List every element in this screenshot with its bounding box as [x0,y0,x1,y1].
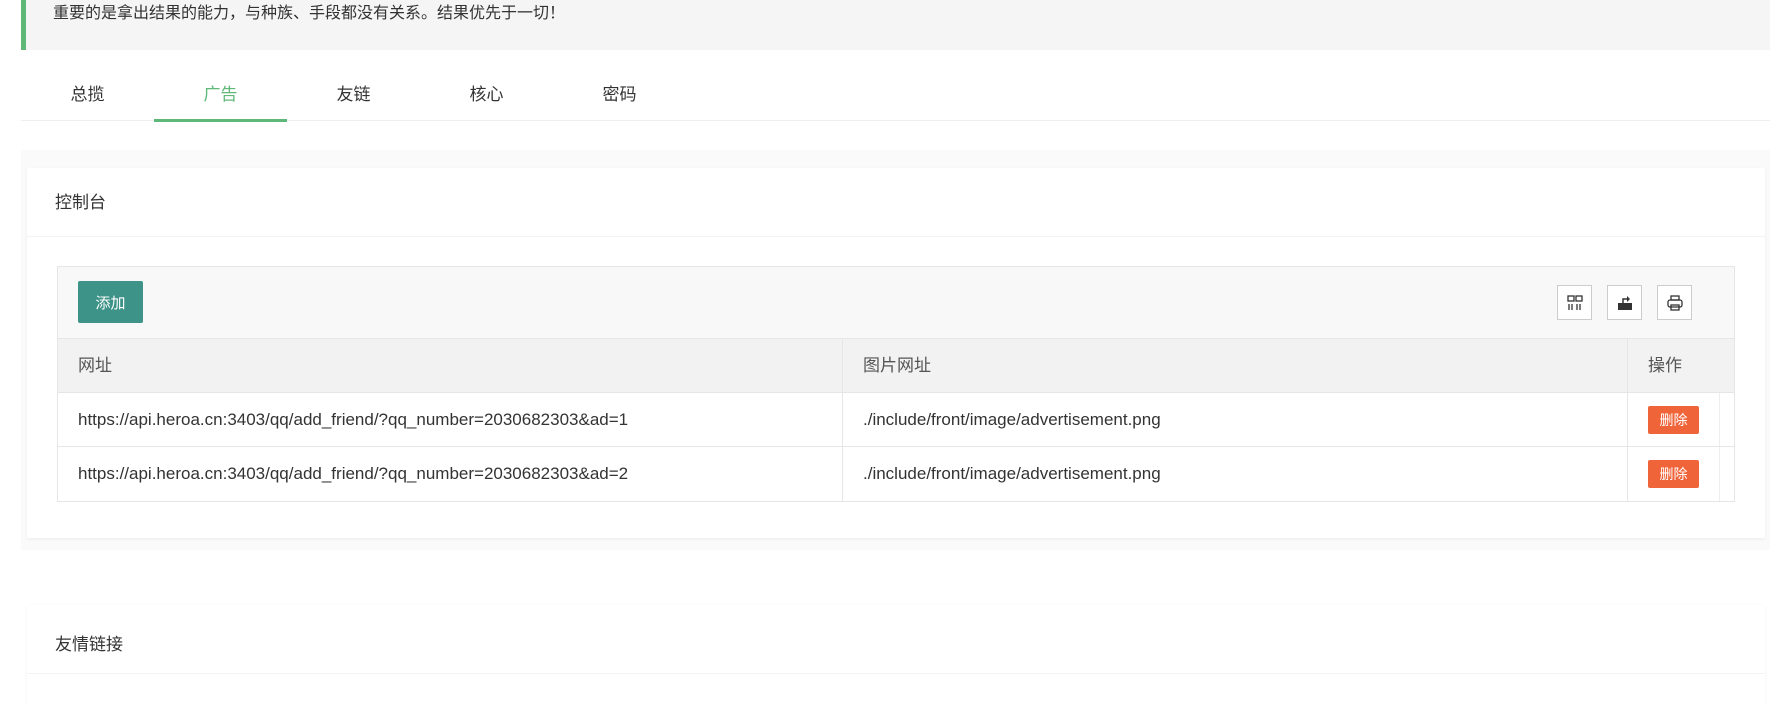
ads-table: 添加 网址 图片网址 操作 https://api.heroa.cn:3403/… [57,266,1735,502]
print-icon[interactable] [1657,285,1692,320]
cell-url: https://api.heroa.cn:3403/qq/add_friend/… [58,393,843,446]
friend-links-card: 友情链接 [27,605,1765,705]
tab-friend-links[interactable]: 友链 [287,70,420,121]
console-card: 控制台 添加 网址 图片网址 操作 https://api.heroa.cn:3… [27,168,1765,538]
table-row: https://api.heroa.cn:3403/qq/add_friend/… [58,447,1734,501]
delete-button[interactable]: 删除 [1648,460,1699,488]
column-header-image-url: 图片网址 [843,339,1628,392]
notice-text: 重要的是拿出结果的能力，与种族、手段都没有关系。结果优先于一切！ [53,5,566,22]
cell-image-url: ./include/front/image/advertisement.png [843,393,1628,446]
cell-url: https://api.heroa.cn:3403/qq/add_friend/… [58,447,843,501]
notice-quote: 重要的是拿出结果的能力，与种族、手段都没有关系。结果优先于一切！ [21,0,1770,50]
console-title: 控制台 [27,168,1765,237]
tab-ads[interactable]: 广告 [154,70,287,122]
tab-core[interactable]: 核心 [420,70,553,121]
tab-overview[interactable]: 总揽 [21,70,154,121]
delete-button[interactable]: 删除 [1648,406,1699,434]
cell-image-url: ./include/front/image/advertisement.png [843,447,1628,501]
add-button[interactable]: 添加 [78,281,143,323]
columns-icon[interactable] [1557,285,1592,320]
table-toolbar: 添加 [58,267,1734,339]
export-icon[interactable] [1607,285,1642,320]
table-header: 网址 图片网址 操作 [58,339,1734,393]
column-header-actions: 操作 [1648,356,1682,375]
tab-bar: 总揽 广告 友链 核心 密码 [21,70,1770,122]
table-row: https://api.heroa.cn:3403/qq/add_friend/… [58,393,1734,447]
friend-links-title: 友情链接 [27,605,1765,674]
tab-password[interactable]: 密码 [553,70,686,121]
column-header-url: 网址 [58,339,843,392]
